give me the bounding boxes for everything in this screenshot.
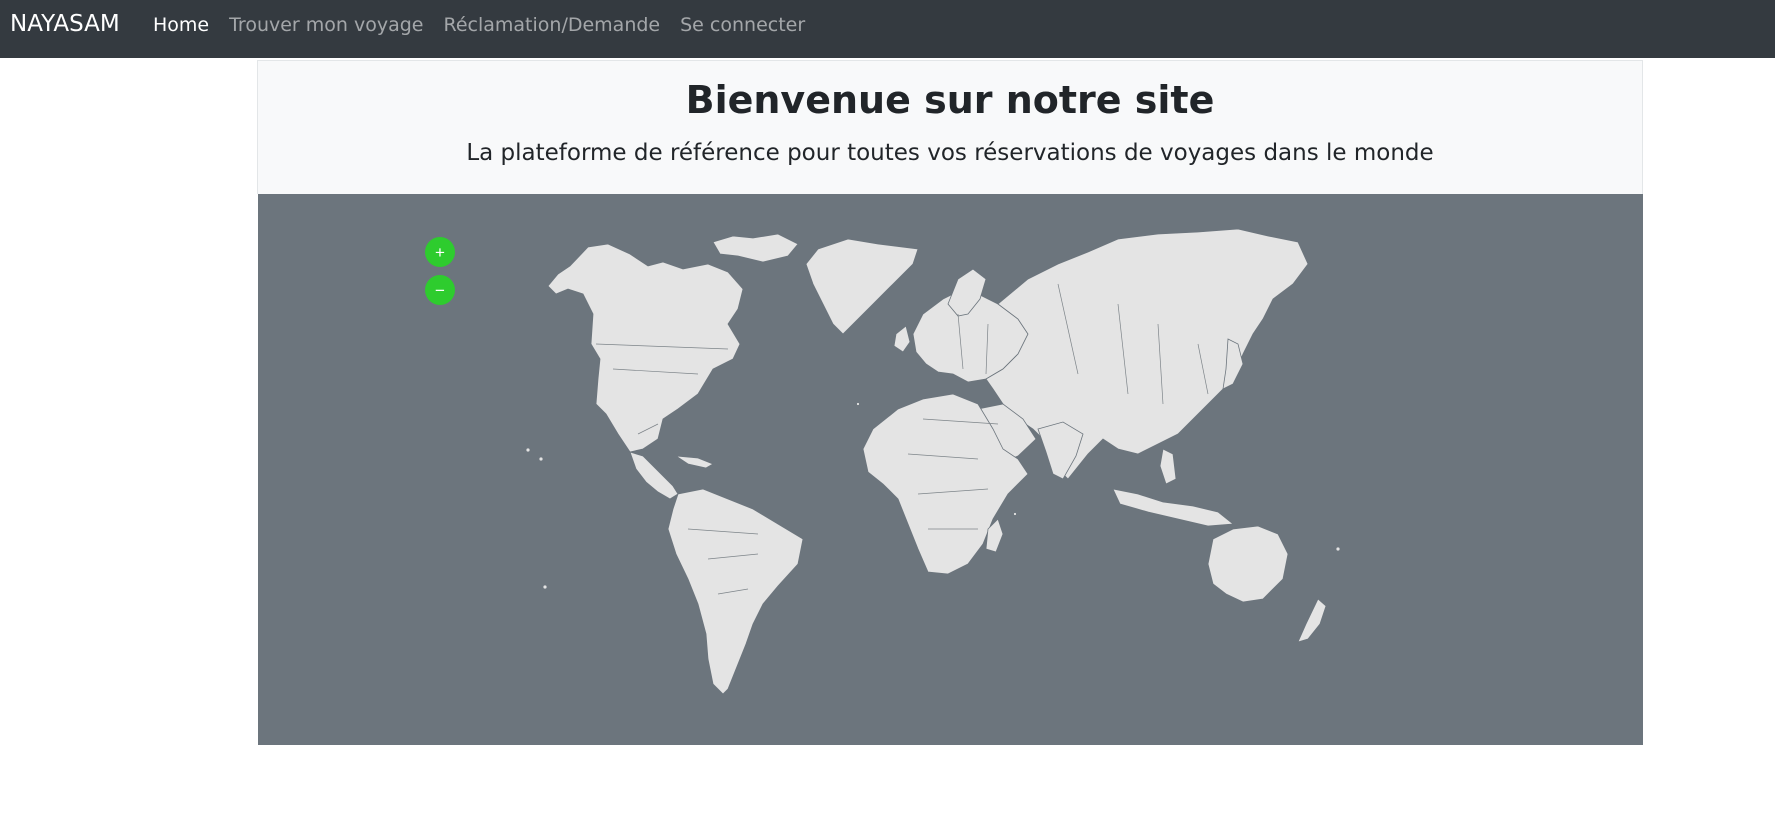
zoom-in-button[interactable]: +: [425, 237, 455, 267]
nav-links: Home Trouver mon voyage Réclamation/Dema…: [153, 14, 825, 36]
top-navbar: NAYASAM Home Trouver mon voyage Réclamat…: [0, 0, 1775, 58]
plus-icon: +: [435, 243, 445, 262]
welcome-banner: Bienvenue sur notre site La plateforme d…: [257, 60, 1643, 194]
map-region-asia[interactable]: [985, 228, 1309, 480]
map-region-north-america[interactable]: [547, 243, 744, 453]
map-island: [1335, 546, 1341, 552]
map-region-new-zealand[interactable]: [1297, 598, 1327, 643]
map-island: [538, 456, 544, 462]
world-map[interactable]: + −: [258, 194, 1643, 745]
map-region-philippines[interactable]: [1159, 448, 1177, 485]
map-region-caribbean[interactable]: [675, 455, 714, 469]
map-region-central-america[interactable]: [629, 451, 679, 500]
map-region-uk[interactable]: [893, 325, 911, 353]
nav-link-login[interactable]: Se connecter: [680, 14, 805, 36]
brand-logo[interactable]: NAYASAM: [10, 11, 120, 37]
map-region-india[interactable]: [1037, 421, 1084, 480]
page-title: Bienvenue sur notre site: [685, 78, 1215, 122]
map-island: [542, 584, 548, 590]
nav-link-find-trip[interactable]: Trouver mon voyage: [229, 14, 423, 36]
zoom-out-button[interactable]: −: [425, 275, 455, 305]
nav-link-claim-request[interactable]: Réclamation/Demande: [444, 14, 661, 36]
minus-icon: −: [435, 281, 445, 300]
map-island: [1013, 512, 1017, 516]
map-island: [856, 402, 860, 406]
world-map-svg[interactable]: [258, 194, 1643, 745]
page-subtitle: La plateforme de référence pour toutes v…: [466, 140, 1434, 166]
map-region-arctic-islands[interactable]: [712, 233, 799, 263]
map-region-australia[interactable]: [1207, 525, 1289, 603]
map-island: [525, 447, 531, 453]
nav-link-home[interactable]: Home: [153, 14, 209, 36]
map-region-south-america[interactable]: [667, 488, 804, 695]
map-region-southeast-asia[interactable]: [1112, 488, 1235, 527]
map-region-greenland[interactable]: [805, 238, 919, 335]
